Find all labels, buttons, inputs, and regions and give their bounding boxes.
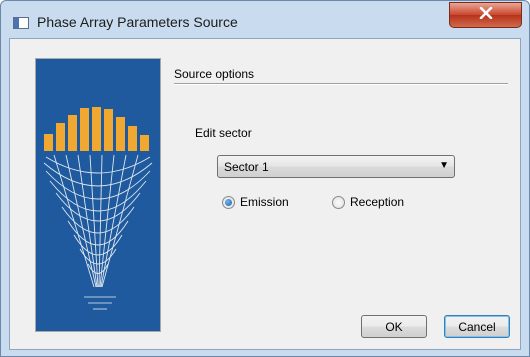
dialog-client-area: Source options Edit sector Sector 1 ▼ Em… xyxy=(9,38,521,350)
edit-sector-label: Edit sector xyxy=(195,126,252,140)
sector-dropdown-value: Sector 1 xyxy=(224,160,269,174)
radio-selected-dot xyxy=(225,198,232,206)
emission-radio-circle[interactable] xyxy=(222,195,235,209)
reception-label: Reception xyxy=(350,195,405,209)
section-divider xyxy=(174,83,508,85)
reception-radio-circle[interactable] xyxy=(332,195,345,209)
source-options-label: Source options xyxy=(174,67,255,81)
window-app-icon xyxy=(13,16,29,29)
phased-array-graphic xyxy=(43,107,153,310)
emission-label: Emission xyxy=(240,195,289,209)
beam-wavefronts xyxy=(43,154,153,288)
array-elements xyxy=(44,107,149,151)
cancel-button[interactable]: Cancel xyxy=(444,315,510,338)
beam-focus xyxy=(84,296,116,310)
reception-radio[interactable]: Reception xyxy=(332,194,404,210)
title-bar[interactable]: Phase Array Parameters Source xyxy=(1,1,529,39)
sector-dropdown[interactable]: Sector 1 ▼ xyxy=(217,155,455,178)
dialog-window: Phase Array Parameters Source Source opt… xyxy=(0,0,530,357)
close-icon xyxy=(479,6,493,24)
window-title: Phase Array Parameters Source xyxy=(37,14,238,30)
ok-button[interactable]: OK xyxy=(361,315,427,338)
phased-array-illustration xyxy=(35,58,161,332)
emission-radio[interactable]: Emission xyxy=(222,194,289,210)
close-button[interactable] xyxy=(449,2,522,28)
chevron-down-icon: ▼ xyxy=(439,160,449,171)
